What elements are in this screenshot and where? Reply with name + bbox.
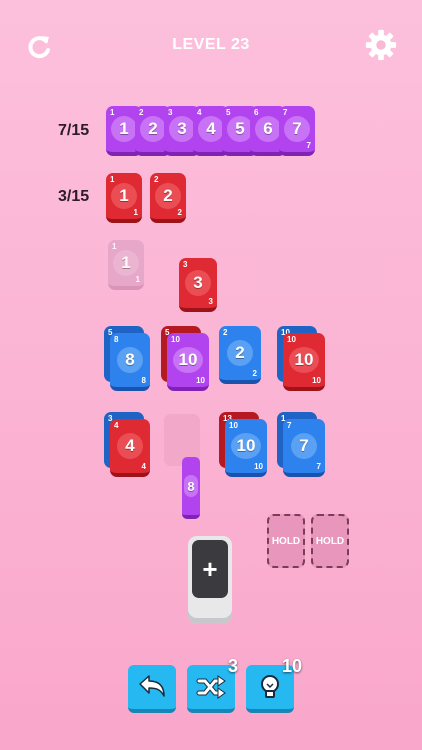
hold-slot-1[interactable]: HOLD	[267, 514, 305, 568]
ghost-card: 111	[108, 240, 144, 290]
goal-count-red: 3/15	[58, 188, 90, 205]
settings-button[interactable]	[364, 28, 398, 62]
goal-card: 777	[279, 106, 315, 156]
stack-top-card[interactable]: 10 10 10	[225, 419, 267, 477]
shuffle-icon	[196, 675, 226, 699]
undo-icon	[139, 675, 165, 697]
moving-card: 8	[182, 457, 200, 519]
stack-top-card[interactable]: 888	[110, 333, 150, 391]
level-title: LEVEL 23	[172, 36, 250, 53]
stack-top-card[interactable]: 444	[110, 419, 150, 477]
stack-top-card[interactable]: 10 10 10	[283, 333, 325, 391]
hold-slot-2[interactable]: HOLD	[311, 514, 349, 568]
goal-card: 222	[150, 173, 186, 223]
lightbulb-icon	[261, 675, 279, 698]
plus-icon: +	[192, 540, 228, 598]
undo-button[interactable]	[128, 665, 176, 713]
hint-count-badge: 10	[282, 656, 303, 676]
goal-count-purple: 7/15	[58, 122, 90, 139]
loose-card[interactable]: 333	[179, 258, 217, 312]
deal-button[interactable]: +	[188, 536, 232, 624]
gear-icon	[365, 29, 397, 61]
goal-card: 111	[106, 173, 142, 223]
shuffle-count-badge: 3	[228, 656, 239, 676]
stack-top-card[interactable]: 777	[283, 419, 325, 477]
stack-top-card[interactable]: 10 10 10	[167, 333, 209, 391]
stack-top-card[interactable]: 222	[219, 326, 261, 384]
